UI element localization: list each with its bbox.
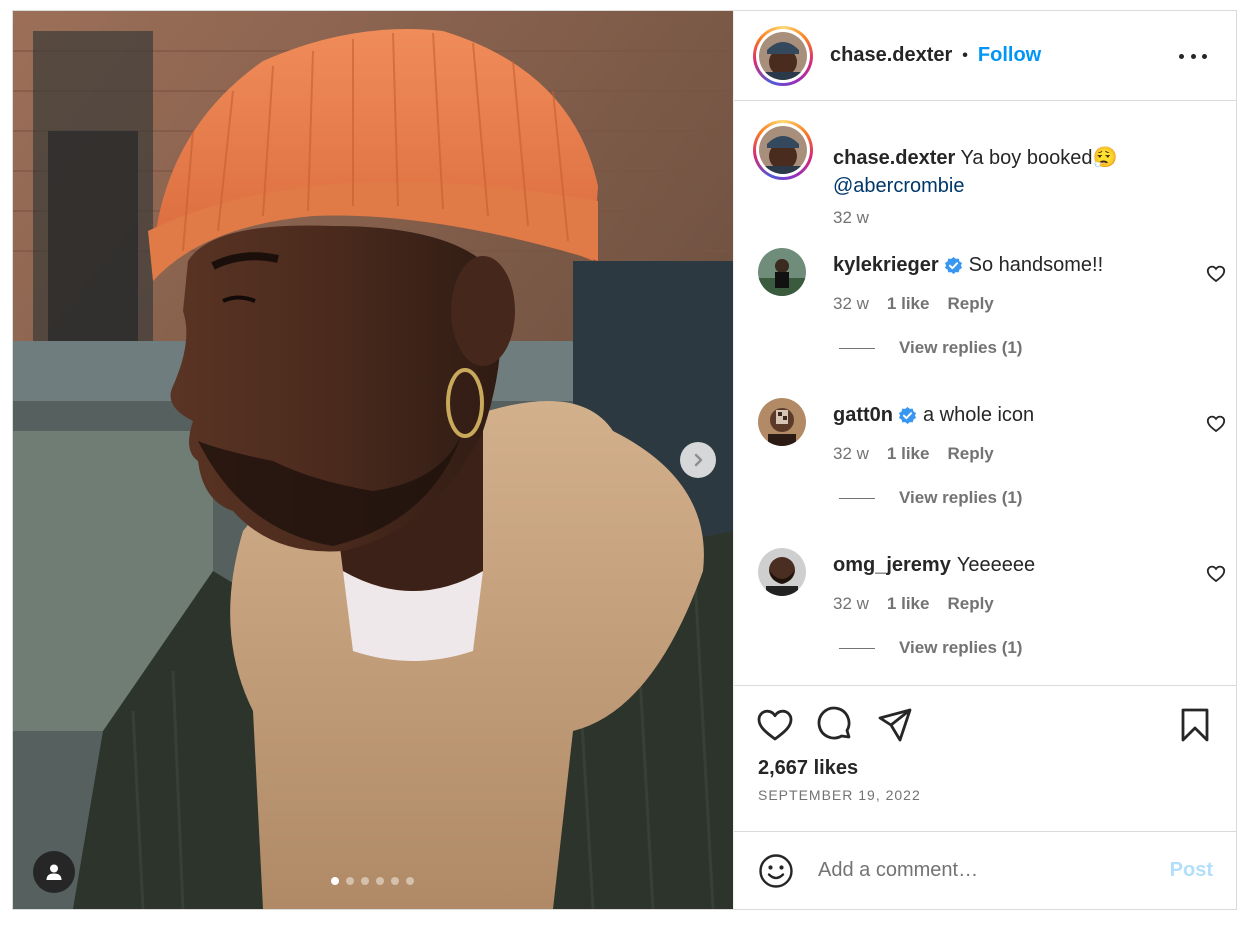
post-header: chase.dexter • Follow xyxy=(734,11,1236,101)
comment-line: gatt0n a whole icon xyxy=(833,402,1034,428)
comment-item: omg_jeremy Yeeeeee 32 w 1 like Reply Vie… xyxy=(758,542,1228,685)
next-photo-button[interactable] xyxy=(680,442,716,478)
comment-time[interactable]: 32 w xyxy=(833,294,869,314)
caption-mention[interactable]: @abercrombie xyxy=(833,175,964,197)
caption-text: chase.dexter Ya boy booked😮‍💨 @abercromb… xyxy=(833,144,1213,200)
comment-likes[interactable]: 1 like xyxy=(887,444,930,464)
comment-text: Yeeeeee xyxy=(956,554,1036,576)
comment-avatar[interactable] xyxy=(758,548,806,596)
add-comment-bar: Post xyxy=(734,831,1236,909)
comment-input[interactable] xyxy=(818,859,1148,882)
comment-text: a whole icon xyxy=(923,404,1035,426)
reply-button[interactable]: Reply xyxy=(947,294,993,314)
view-replies-button[interactable]: View replies (1) xyxy=(839,338,1022,358)
follow-button[interactable]: Follow xyxy=(978,44,1041,67)
post-date[interactable]: SEPTEMBER 19, 2022 xyxy=(758,787,921,803)
comment-text: So handsome!! xyxy=(968,254,1104,276)
chevron-right-icon xyxy=(694,453,703,467)
comment-like-heart-icon[interactable] xyxy=(1206,264,1226,284)
comment-username[interactable]: gatt0n xyxy=(833,402,893,428)
comment-likes[interactable]: 1 like xyxy=(887,294,930,314)
replies-divider xyxy=(839,347,875,349)
likes-count[interactable]: 2,667 likes xyxy=(758,757,858,780)
comment-meta: 32 w 1 like Reply xyxy=(833,444,994,464)
comment-icon[interactable] xyxy=(816,706,854,744)
reply-button[interactable]: Reply xyxy=(947,594,993,614)
carousel-dot xyxy=(406,877,414,885)
caption-time[interactable]: 32 w xyxy=(833,208,869,228)
comment-meta: 32 w 1 like Reply xyxy=(833,594,994,614)
author-username[interactable]: chase.dexter xyxy=(830,44,952,67)
replies-divider xyxy=(839,497,875,499)
view-replies-label: View replies (1) xyxy=(899,638,1023,657)
post-image xyxy=(13,11,733,909)
author-avatar[interactable] xyxy=(753,25,813,86)
comment-avatar[interactable] xyxy=(758,398,806,446)
verified-badge-icon xyxy=(898,406,917,424)
comment-like-heart-icon[interactable] xyxy=(1206,414,1226,434)
caption-avatar[interactable] xyxy=(753,120,813,180)
comment-avatar[interactable] xyxy=(758,248,806,296)
comment-time[interactable]: 32 w xyxy=(833,444,869,464)
comment-item: kylekrieger So handsome!! 32 w 1 like Re… xyxy=(758,242,1228,392)
comment-like-heart-icon[interactable] xyxy=(1206,564,1226,584)
caption-body: Ya boy booked😮‍💨 xyxy=(955,147,1118,169)
comments-list[interactable]: chase.dexter Ya boy booked😮‍💨 @abercromb… xyxy=(734,102,1236,685)
view-replies-button[interactable]: View replies (1) xyxy=(839,638,1022,658)
comment-time[interactable]: 32 w xyxy=(833,594,869,614)
tagged-users-button[interactable] xyxy=(33,851,75,893)
header-separator: • xyxy=(962,46,968,64)
carousel-dot xyxy=(346,877,354,885)
carousel-dot xyxy=(361,877,369,885)
post-comment-button[interactable]: Post xyxy=(1170,859,1213,882)
view-replies-label: View replies (1) xyxy=(899,338,1023,357)
carousel-dot xyxy=(376,877,384,885)
share-icon[interactable] xyxy=(876,706,914,744)
comment-username[interactable]: omg_jeremy xyxy=(833,552,951,578)
post-side-panel: chase.dexter • Follow chase.dexter Ya bo… xyxy=(733,11,1236,909)
verified-badge-icon xyxy=(944,256,962,274)
comment-line: omg_jeremy Yeeeeee xyxy=(833,552,1035,578)
carousel-dot xyxy=(331,877,339,885)
replies-divider xyxy=(839,647,875,649)
comment-item: gatt0n a whole icon 32 w 1 like Reply Vi… xyxy=(758,392,1228,542)
comment-line: kylekrieger So handsome!! xyxy=(833,252,1103,278)
carousel-indicator xyxy=(331,877,414,885)
heart-icon[interactable] xyxy=(756,706,794,744)
reply-button[interactable]: Reply xyxy=(947,444,993,464)
post-actions: 2,667 likes SEPTEMBER 19, 2022 xyxy=(734,685,1236,831)
comment-meta: 32 w 1 like Reply xyxy=(833,294,994,314)
bookmark-icon[interactable] xyxy=(1176,706,1214,744)
view-replies-label: View replies (1) xyxy=(899,488,1023,507)
carousel-dot xyxy=(391,877,399,885)
post-photo[interactable] xyxy=(13,11,733,909)
user-icon xyxy=(46,864,62,880)
caption-username[interactable]: chase.dexter xyxy=(833,147,955,169)
emoji-icon[interactable] xyxy=(758,853,794,889)
view-replies-button[interactable]: View replies (1) xyxy=(839,488,1022,508)
comment-likes[interactable]: 1 like xyxy=(887,594,930,614)
post-card: chase.dexter • Follow chase.dexter Ya bo… xyxy=(12,10,1237,910)
more-options-icon[interactable] xyxy=(1179,44,1207,68)
comment-username[interactable]: kylekrieger xyxy=(833,252,939,278)
